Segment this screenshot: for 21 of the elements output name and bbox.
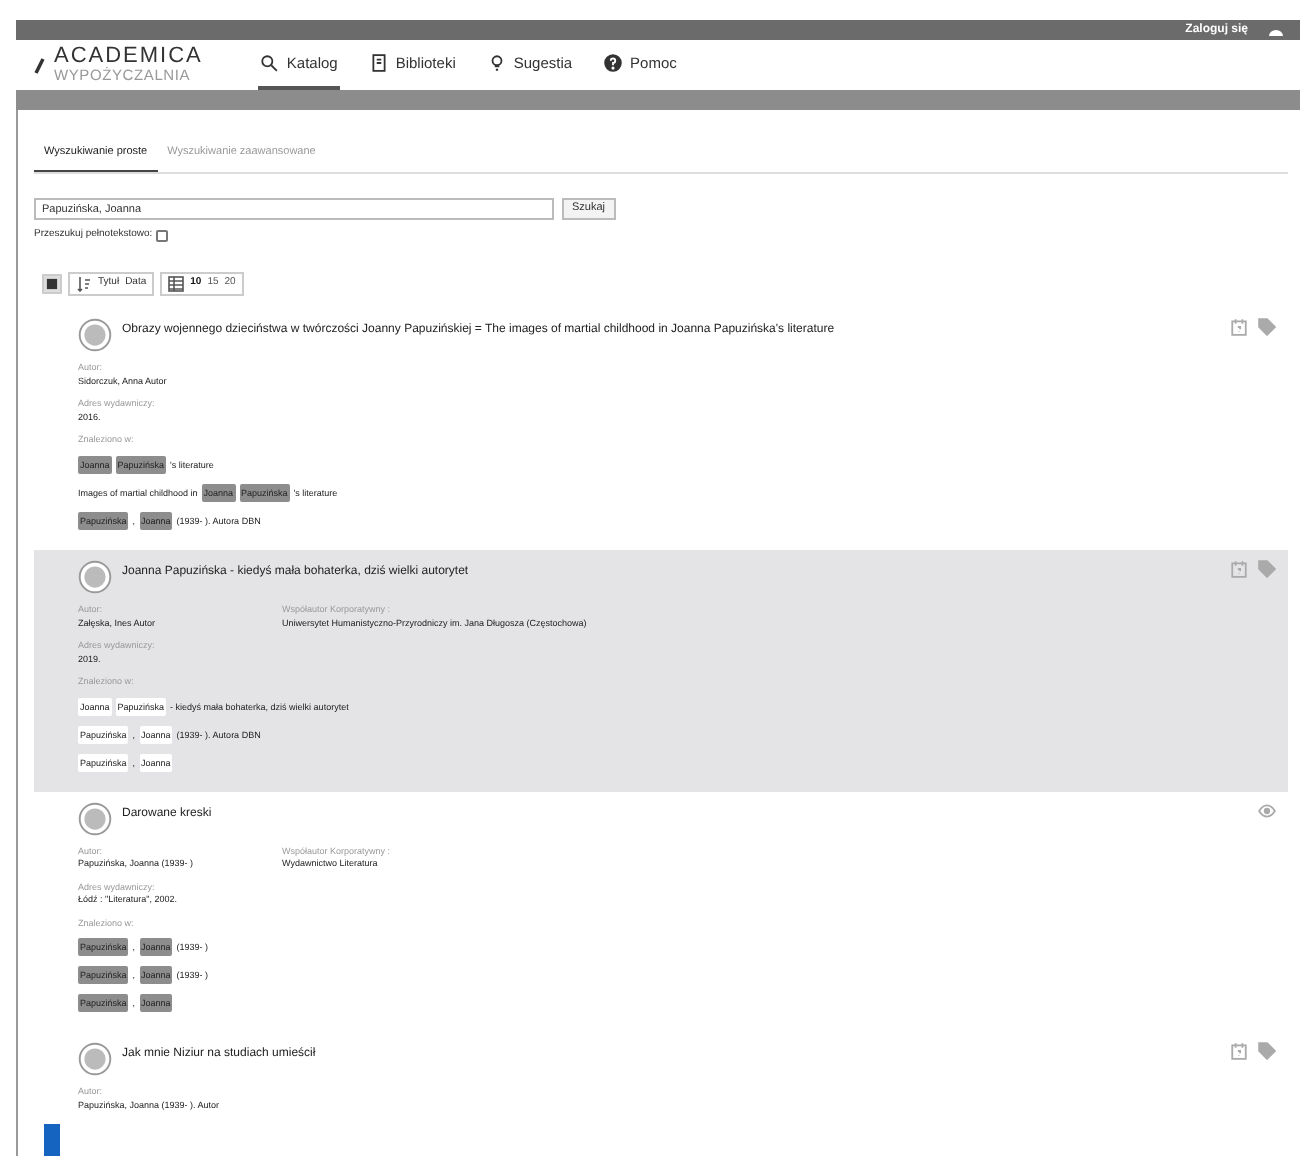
grid-icon bbox=[168, 275, 185, 292]
help-icon bbox=[604, 54, 623, 72]
tag-icon bbox=[1258, 1042, 1276, 1061]
calendar-icon bbox=[1230, 317, 1248, 336]
book-cover-icon bbox=[78, 1042, 112, 1077]
eye-icon bbox=[1258, 801, 1276, 820]
logo-title: ACADEMICA bbox=[54, 46, 203, 69]
book-icon bbox=[369, 54, 388, 72]
bulb-icon bbox=[487, 54, 506, 72]
fulltext-checkbox[interactable] bbox=[156, 230, 169, 242]
calendar-icon bbox=[1230, 559, 1248, 578]
tag-icon bbox=[1258, 317, 1276, 336]
sort-icon bbox=[76, 275, 92, 292]
book-cover-icon bbox=[78, 559, 112, 594]
book-cover-icon bbox=[78, 801, 112, 836]
search-icon bbox=[260, 54, 279, 72]
list-view-button[interactable] bbox=[42, 273, 62, 294]
list-icon bbox=[46, 277, 58, 290]
calendar-icon bbox=[1230, 1042, 1248, 1061]
book-cover-icon bbox=[78, 317, 112, 352]
tag-icon bbox=[1258, 559, 1276, 578]
